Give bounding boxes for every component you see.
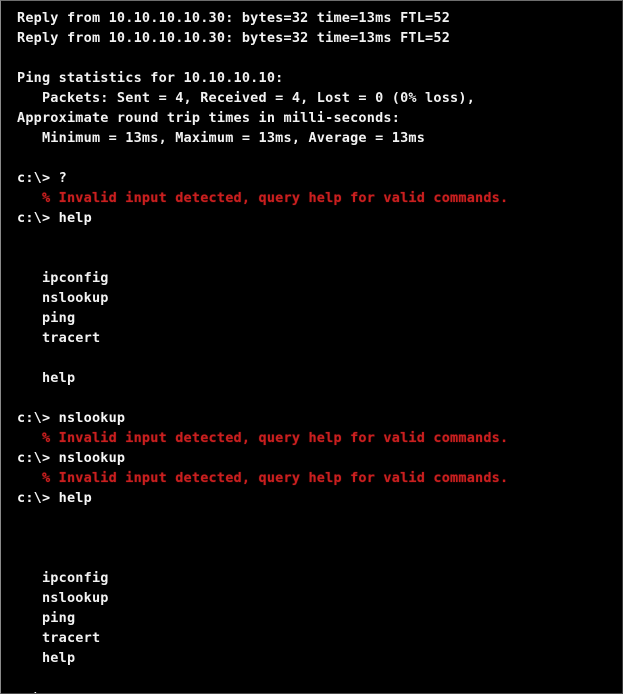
terminal-output-line: tracert — [17, 630, 101, 646]
terminal-output-line: tracert — [17, 330, 101, 346]
terminal-output-line: Reply from 10.10.10.10.30: bytes=32 time… — [17, 10, 451, 26]
terminal-error-line: % Invalid input detected, query help for… — [17, 430, 509, 446]
terminal-output-area[interactable]: Reply from 10.10.10.10.30: bytes=32 time… — [1, 1, 622, 693]
terminal-command-text: help — [50, 490, 92, 506]
shell-prompt: c:\> — [17, 170, 51, 186]
terminal-output-line: Approximate round trip times in milli-se… — [17, 110, 401, 126]
terminal-command-text: nslookup — [50, 410, 126, 426]
terminal-output-line: ipconfig — [17, 570, 109, 586]
terminal-output-line: Reply from 10.10.10.10.30: bytes=32 time… — [17, 30, 451, 46]
terminal-command-text: ? — [50, 170, 67, 186]
terminal-command-text: nslookup — [50, 450, 126, 466]
terminal-prompt-line: c:\> help — [17, 208, 622, 228]
shell-prompt: c:\> — [17, 690, 50, 693]
terminal-prompt-line: c:\> nslookup — [17, 408, 622, 428]
terminal-output-line: ping — [17, 610, 76, 626]
terminal-output-line: ping — [17, 310, 76, 326]
terminal-output-line: nslookup — [17, 590, 109, 606]
shell-prompt: c:\> — [17, 410, 51, 426]
terminal-prompt-line: c:\> nslookup — [17, 448, 622, 468]
terminal-output-line: Ping statistics for 10.10.10.10: — [17, 70, 284, 86]
shell-prompt: c:\> — [17, 450, 51, 466]
terminal-output-line: help — [17, 370, 76, 386]
terminal-command-text: help — [50, 210, 92, 226]
terminal-prompt-line: c:\> ? — [17, 168, 622, 188]
terminal-prompt-line: c:\> — [17, 688, 622, 693]
terminal-error-line: % Invalid input detected, query help for… — [17, 190, 509, 206]
shell-prompt: c:\> — [17, 490, 51, 506]
terminal-output-line: help — [17, 650, 76, 666]
terminal-output-line: Minimum = 13ms, Maximum = 13ms, Average … — [17, 130, 426, 146]
shell-prompt: c:\> — [17, 210, 51, 226]
terminal-window: Reply from 10.10.10.10.30: bytes=32 time… — [0, 0, 623, 694]
terminal-prompt-line: c:\> help — [17, 488, 622, 508]
terminal-output-line: Packets: Sent = 4, Received = 4, Lost = … — [17, 90, 476, 106]
terminal-output-line: ipconfig — [17, 270, 109, 286]
terminal-error-line: % Invalid input detected, query help for… — [17, 470, 509, 486]
terminal-output-line: nslookup — [17, 290, 109, 306]
